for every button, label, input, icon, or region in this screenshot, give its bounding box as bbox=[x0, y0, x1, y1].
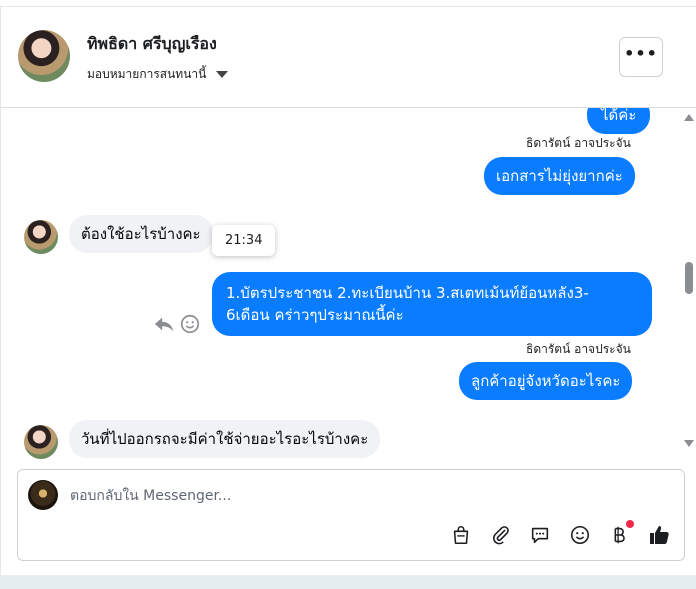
scrollbar-thumb[interactable] bbox=[685, 262, 693, 294]
assign-conversation-label: มอบหมายการสนทนานี้ bbox=[87, 67, 207, 81]
notification-dot bbox=[626, 520, 634, 528]
scroll-up-arrow-icon[interactable] bbox=[684, 114, 694, 121]
assign-conversation-dropdown[interactable]: มอบหมายการสนทนานี้ bbox=[87, 65, 229, 84]
chat-bubble-icon[interactable] bbox=[527, 522, 553, 548]
paperclip-icon[interactable] bbox=[488, 522, 514, 548]
contact-avatar[interactable] bbox=[18, 30, 70, 82]
message-line: 1.บัตรประชาชน 2.ทะเบียนบ้าน 3.สเตทเม้นท์… bbox=[226, 284, 589, 302]
conversation-header: ทิพธิดา ศรีบุญเรือง มอบหมายการสนทนานี้ •… bbox=[1, 7, 696, 108]
message-outgoing[interactable]: ได้ค่ะ bbox=[587, 108, 651, 134]
sender-name: ธิดารัตน์ อาจประจัน bbox=[526, 136, 631, 150]
contact-avatar-small[interactable] bbox=[24, 425, 58, 459]
bottom-strip bbox=[0, 575, 696, 589]
chevron-down-icon bbox=[216, 71, 229, 78]
message-incoming[interactable]: วันที่ไปออกรถจะมีค่าใช้จ่ายอะไรอะไรบ้างค… bbox=[69, 420, 381, 458]
message-outgoing[interactable]: ลูกค้าอยู่จังหวัดอะไรคะ bbox=[459, 362, 633, 400]
react-smiley-icon[interactable] bbox=[179, 313, 201, 335]
shopping-bag-icon[interactable] bbox=[448, 522, 474, 548]
thumbs-up-icon[interactable] bbox=[646, 522, 672, 548]
scroll-down-arrow-icon[interactable] bbox=[684, 440, 694, 447]
more-options-button[interactable]: ••• bbox=[619, 37, 663, 77]
page-avatar bbox=[28, 480, 58, 510]
sender-name: ธิดารัตน์ อาจประจัน bbox=[526, 342, 631, 356]
smiley-icon[interactable] bbox=[567, 522, 593, 548]
message-thread[interactable]: ได้ค่ะ ธิดารัตน์ อาจประจัน เอกสารไม่ยุ่ง… bbox=[1, 108, 681, 460]
message-outgoing[interactable]: เอกสารไม่ยุ่งยากค่ะ bbox=[484, 157, 635, 195]
timestamp-tooltip: 21:34 bbox=[212, 225, 276, 256]
contact-name[interactable]: ทิพธิดา ศรีบุญเรือง bbox=[87, 32, 217, 57]
more-dots-icon: ••• bbox=[624, 44, 658, 63]
reply-input[interactable] bbox=[70, 484, 630, 508]
message-outgoing[interactable]: 1.บัตรประชาชน 2.ทะเบียนบ้าน 3.สเตทเม้นท์… bbox=[212, 272, 652, 336]
message-line: 6เดือน คร่าวๆประมาณนี้ค่ะ bbox=[226, 306, 404, 324]
reply-icon[interactable] bbox=[153, 313, 175, 335]
message-incoming[interactable]: ต้องใช้อะไรบ้างคะ bbox=[69, 215, 213, 253]
contact-avatar-small[interactable] bbox=[24, 220, 58, 254]
reply-composer bbox=[17, 469, 685, 561]
